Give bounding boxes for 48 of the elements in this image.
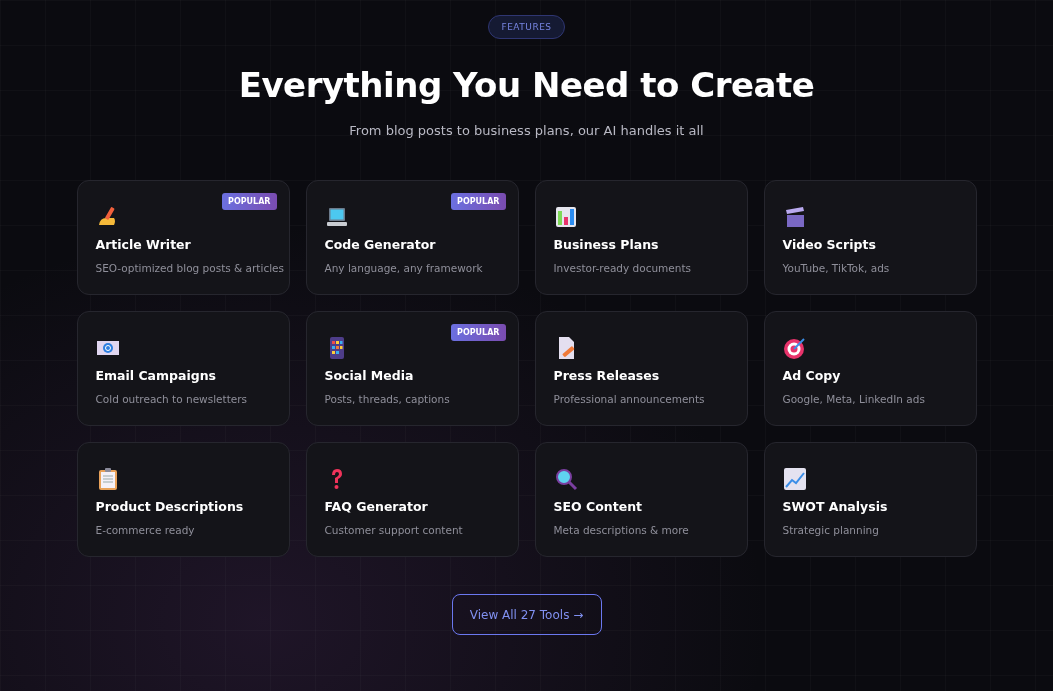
tool-card[interactable]: Business Plans Investor-ready documents bbox=[534, 180, 748, 295]
tool-description: Google, Meta, LinkedIn ads bbox=[782, 393, 925, 405]
tool-description: E-commerce ready bbox=[95, 524, 195, 536]
tool-card[interactable]: Ad Copy Google, Meta, LinkedIn ads bbox=[763, 311, 977, 426]
tool-title: Product Descriptions bbox=[95, 499, 244, 514]
section-badge: FEATURES bbox=[488, 15, 565, 39]
tool-description: Cold outreach to newsletters bbox=[95, 393, 248, 405]
tool-title: Ad Copy bbox=[782, 368, 841, 383]
tool-card[interactable]: POPULAR Article Writer SEO-optimized blog posts & articles bbox=[76, 180, 290, 295]
tool-title: SWOT Analysis bbox=[782, 499, 888, 514]
section-subtitle: From blog posts to business plans, our AI handles it all bbox=[349, 123, 704, 138]
popular-badge: POPULAR bbox=[451, 324, 506, 341]
tool-title: Business Plans bbox=[553, 237, 659, 252]
tool-card[interactable]: POPULAR Social Media Posts, threads, captions bbox=[305, 311, 519, 426]
tool-description: Investor-ready documents bbox=[553, 262, 691, 274]
tool-title: Email Campaigns bbox=[95, 368, 216, 383]
tool-title: Code Generator bbox=[324, 237, 436, 252]
tool-title: Social Media bbox=[324, 368, 414, 383]
tool-title: FAQ Generator bbox=[324, 499, 428, 514]
tool-card[interactable]: Press Releases Professional announcements bbox=[534, 311, 748, 426]
tool-card[interactable]: Product Descriptions E-commerce ready bbox=[76, 442, 290, 557]
tool-card[interactable]: SWOT Analysis Strategic planning bbox=[763, 442, 977, 557]
target-icon bbox=[782, 336, 807, 360]
tool-description: Meta descriptions & more bbox=[553, 524, 689, 536]
tool-title: Press Releases bbox=[553, 368, 660, 383]
tool-description: Any language, any framework bbox=[324, 262, 483, 274]
tool-title: Article Writer bbox=[95, 237, 191, 252]
tool-description: Posts, threads, captions bbox=[324, 393, 450, 405]
laptop-icon bbox=[324, 205, 349, 229]
tool-description: Customer support content bbox=[324, 524, 463, 536]
tool-description: SEO-optimized blog posts & articles bbox=[95, 262, 284, 274]
magnifier-icon bbox=[553, 467, 578, 491]
tool-card[interactable]: Email Campaigns Cold outreach to newsletters bbox=[76, 311, 290, 426]
tool-card[interactable]: FAQ Generator Customer support content bbox=[305, 442, 519, 557]
popular-badge: POPULAR bbox=[222, 193, 277, 210]
section-heading: Everything You Need to Create bbox=[238, 64, 815, 107]
tool-description: YouTube, TikTok, ads bbox=[782, 262, 890, 274]
tool-card[interactable]: POPULAR Code Generator Any language, any framework bbox=[305, 180, 519, 295]
bar-chart-icon bbox=[553, 205, 578, 229]
view-all-tools-button[interactable]: View All 27 Tools → bbox=[451, 594, 602, 635]
popular-badge: POPULAR bbox=[451, 193, 506, 210]
tool-description: Strategic planning bbox=[782, 524, 879, 536]
tool-card[interactable]: SEO Content Meta descriptions & more bbox=[534, 442, 748, 557]
line-chart-icon bbox=[782, 467, 807, 491]
tool-title: Video Scripts bbox=[782, 237, 876, 252]
tool-description: Professional announcements bbox=[553, 393, 705, 405]
tool-title: SEO Content bbox=[553, 499, 642, 514]
tool-card[interactable]: Video Scripts YouTube, TikTok, ads bbox=[763, 180, 977, 295]
